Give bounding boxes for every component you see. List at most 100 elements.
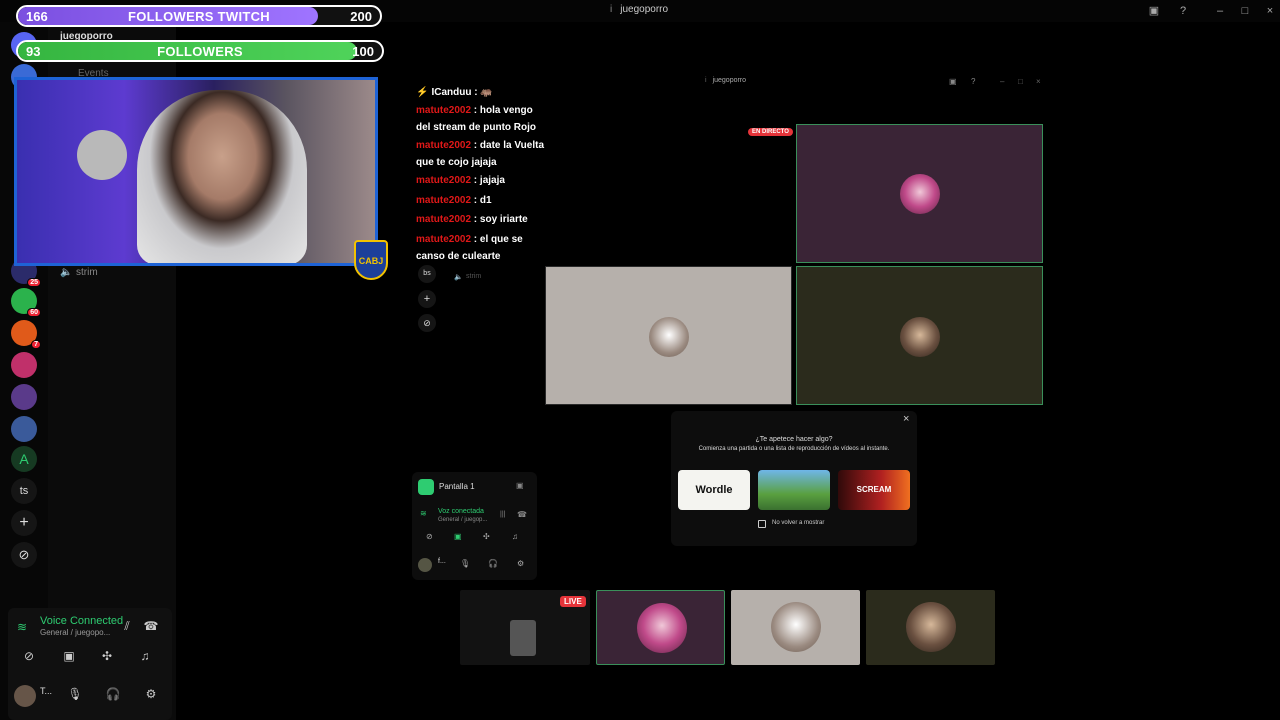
activity-question: ¿Te apetece hacer algo?: [755, 436, 833, 443]
share-actions: ⊘ ▣ ✣ ♫: [416, 530, 534, 546]
chat-username: matute2002: [416, 175, 472, 186]
chat-username: matute2002: [416, 105, 472, 116]
disconnect-icon[interactable]: ☎: [517, 510, 527, 519]
server-icon[interactable]: A: [11, 446, 37, 472]
inner-inbox-icon[interactable]: ▣: [949, 77, 957, 86]
inner-add-server-icon[interactable]: +: [418, 290, 436, 308]
inner-help-icon[interactable]: ?: [971, 77, 975, 86]
voice-location: General / juegop...: [438, 517, 488, 523]
inner-close-button[interactable]: ×: [1036, 77, 1041, 86]
server-icon[interactable]: [11, 352, 37, 378]
inner-speaker-icon: 🔈: [454, 274, 463, 281]
chat-text: : jajaja: [471, 175, 505, 186]
user-avatar: [906, 602, 956, 652]
inbox-icon[interactable]: ▣: [1146, 3, 1162, 19]
inner-voice-channel[interactable]: strim: [466, 273, 481, 280]
activity-description: Comienza una partida o una lista de repr…: [698, 446, 890, 452]
settings-icon[interactable]: ⚙: [517, 559, 524, 568]
participant-thumbnail[interactable]: [866, 590, 995, 665]
close-popup-icon[interactable]: ×: [903, 413, 909, 425]
video-tile[interactable]: [545, 266, 792, 405]
video-tile[interactable]: [796, 266, 1043, 405]
chat-message: matute2002 : el que se canso de culearte: [416, 231, 546, 265]
unread-badge: 25: [27, 278, 41, 287]
activities-icon[interactable]: ✣: [483, 532, 490, 541]
chat-message: matute2002 : hola vengo del stream de pu…: [416, 102, 546, 136]
followers-goal-number: 100: [352, 44, 374, 59]
chat-username: matute2002: [416, 214, 472, 225]
stream-chat: ⚡ ICanduu : 🦛 matute2002 : hola vengo del…: [416, 84, 546, 264]
participant-thumbnail[interactable]: [731, 590, 860, 665]
inner-explore-icon[interactable]: ⊘: [418, 314, 436, 332]
user-avatar: [649, 317, 689, 357]
server-icon[interactable]: [11, 384, 37, 410]
maximize-button[interactable]: □: [1237, 3, 1253, 19]
screen-share-toggle-icon[interactable]: ▣: [454, 532, 462, 541]
scream-card[interactable]: SCREAM: [838, 470, 910, 510]
moderator-icon: ⚡: [416, 87, 429, 98]
participant-thumbnail[interactable]: [596, 590, 725, 665]
window-title: i juegoporro: [610, 4, 668, 15]
live-badge: LIVE: [560, 596, 586, 607]
inner-minimize-button[interactable]: –: [1000, 77, 1004, 86]
voice-channel-strim[interactable]: strim: [76, 267, 98, 278]
noise-suppression-icon[interactable]: ⫽: [116, 616, 138, 636]
chat-message: matute2002 : d1: [416, 192, 546, 209]
signal-icon: ≋: [420, 509, 427, 518]
server-icon[interactable]: 60: [11, 288, 41, 317]
chat-username: matute2002: [416, 140, 472, 151]
video-tile[interactable]: [796, 124, 1043, 263]
voice-location: General / juegopo...: [40, 628, 111, 637]
inner-window-title: i juegoporro: [705, 77, 746, 84]
headphones-icon[interactable]: 🎧: [488, 559, 498, 568]
chat-text: : d1: [471, 195, 492, 206]
wordle-card[interactable]: Wordle: [678, 470, 750, 510]
screen-share-panel: Pantalla 1 ▣ ≋ Voz conectada General / j…: [412, 472, 537, 580]
activities-icon[interactable]: ✣: [96, 646, 118, 666]
soundboard-icon[interactable]: ♫: [134, 646, 156, 666]
activity-card[interactable]: [758, 470, 830, 510]
server-icon[interactable]: 7: [11, 320, 41, 349]
inner-server-bs[interactable]: bs: [418, 265, 436, 283]
speaker-icon: 🔈: [60, 267, 73, 278]
voice-status: Voice Connected: [40, 615, 124, 627]
unread-badge: 60: [27, 308, 41, 317]
chat-text: : 🦛: [471, 87, 493, 98]
noise-icon[interactable]: |||: [500, 511, 505, 518]
server-ts[interactable]: ts: [11, 478, 37, 504]
user-name: T...: [40, 686, 53, 696]
followers-twitch-goal: 166 FOLLOWERS TWITCH 200: [16, 5, 382, 27]
inner-window-title-text: juegoporro: [712, 77, 747, 84]
minimize-button[interactable]: –: [1212, 3, 1228, 19]
screen-share-icon[interactable]: ▣: [58, 646, 80, 666]
live-indicator: EN DIRECTO: [748, 128, 793, 136]
user-avatar: [418, 558, 432, 572]
microphone-icon[interactable]: 🎙: [64, 684, 86, 704]
followers-goal: 93 FOLLOWERS 100: [16, 40, 384, 62]
help-icon[interactable]: ?: [1175, 3, 1191, 19]
user-avatar: [771, 602, 821, 652]
user-name: f...: [438, 558, 446, 565]
disconnect-icon[interactable]: ☎: [140, 616, 162, 636]
add-server-icon[interactable]: +: [11, 510, 37, 536]
camera-off-icon[interactable]: ⊘: [18, 646, 40, 666]
boca-crest-logo: CABJ: [354, 240, 388, 280]
close-button[interactable]: ×: [1262, 3, 1278, 19]
chat-message: ⚡ ICanduu : 🦛: [416, 84, 546, 101]
server-icon[interactable]: [11, 416, 37, 442]
headphones-icon[interactable]: 🎧: [102, 684, 124, 704]
screen-name: Pantalla 1: [439, 482, 475, 491]
chat-message: matute2002 : soy iriarte: [416, 211, 546, 228]
soundboard-icon[interactable]: ♫: [512, 532, 518, 541]
inner-info-icon: i: [705, 77, 707, 84]
camera-off-icon[interactable]: ⊘: [426, 532, 433, 541]
chat-username: ICanduu: [431, 87, 472, 98]
microphone-icon[interactable]: 🎙: [460, 559, 470, 568]
dont-show-checkbox[interactable]: [758, 520, 766, 528]
unread-badge: 7: [31, 340, 41, 349]
stop-stream-icon[interactable]: ▣: [516, 481, 524, 490]
streamer-image: [137, 90, 307, 263]
explore-icon[interactable]: ⊘: [11, 542, 37, 568]
inner-maximize-button[interactable]: □: [1018, 77, 1023, 86]
settings-icon[interactable]: ⚙: [140, 684, 162, 704]
